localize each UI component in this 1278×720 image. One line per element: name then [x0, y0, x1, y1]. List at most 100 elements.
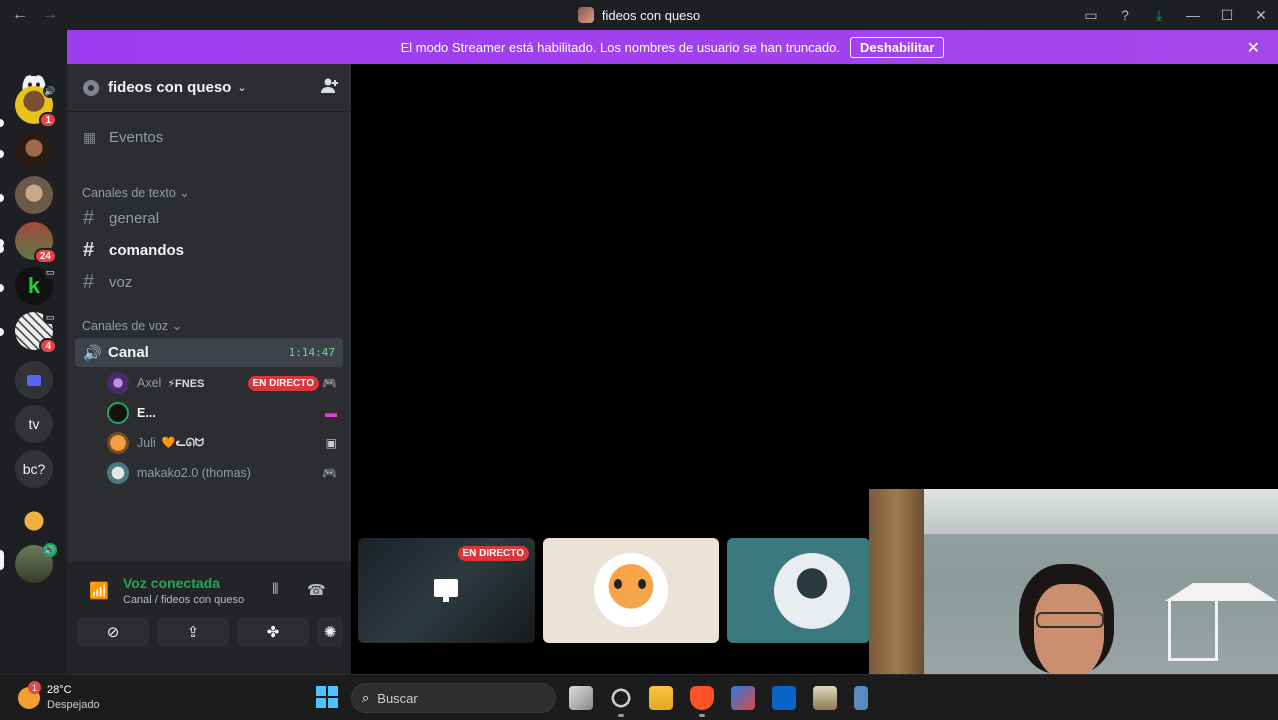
- close-window-button[interactable]: ✕: [1244, 7, 1278, 24]
- events-item[interactable]: ▦ Eventos: [75, 122, 343, 152]
- server-tv[interactable]: tv: [15, 405, 53, 443]
- title-bar: ← → fideos con queso ▭ ? ⤓ — ☐ ✕: [0, 0, 1278, 30]
- hash-icon: #: [83, 270, 95, 293]
- chevron-down-icon: ⌄: [171, 319, 183, 333]
- chrome-icon[interactable]: [609, 686, 633, 710]
- store-icon[interactable]: [731, 686, 755, 710]
- avatar: [774, 553, 850, 629]
- streamer-mode-banner: El modo Streamer está habilitado. Los no…: [67, 30, 1278, 64]
- unread-pill: [0, 284, 4, 292]
- voice-timer: 1:14:47: [288, 346, 335, 359]
- avatar: [107, 462, 129, 484]
- avatar: [107, 402, 129, 424]
- voice-user-tag: 🧡ᓚᘏᗢ: [161, 437, 204, 449]
- taskbar: 1 28°C Despejado ⌕ Buscar: [0, 674, 1278, 720]
- soundboard-button[interactable]: ✺: [317, 617, 343, 647]
- unread-pill: [0, 150, 4, 158]
- participant-tile[interactable]: [543, 538, 719, 643]
- server-name: fideos con queso: [108, 79, 232, 96]
- start-button[interactable]: [316, 686, 338, 708]
- server-icon-5[interactable]: k ▭: [15, 265, 57, 305]
- channel-voz[interactable]: # voz: [75, 267, 343, 297]
- voice-user[interactable]: Juli 🧡ᓚᘏᗢ ▣: [107, 430, 343, 456]
- monitor-icon: [434, 579, 458, 602]
- voice-user-name: E...: [137, 406, 156, 420]
- activities-button[interactable]: ✤: [237, 617, 309, 647]
- voice-user[interactable]: Axel ⚡FNES EN DIRECTO 🎮: [107, 370, 343, 396]
- notification-badge: 1: [28, 681, 41, 694]
- disable-streamer-button[interactable]: Deshabilitar: [849, 36, 945, 58]
- server-icon-6[interactable]: ▭ 4: [15, 310, 57, 354]
- share-screen-button[interactable]: ⇪: [157, 617, 229, 647]
- activities-icon: ✤: [266, 624, 280, 641]
- signal-icon[interactable]: 📶: [89, 581, 109, 601]
- unread-pill: [0, 328, 4, 336]
- live-badge: EN DIRECTO: [457, 546, 529, 561]
- screen-share-icon: ⇪: [186, 624, 200, 641]
- banner-close-icon[interactable]: ✕: [1247, 38, 1260, 58]
- screen-share-icon: ▭: [43, 310, 57, 324]
- brave-browser-icon[interactable]: [690, 686, 714, 710]
- screen-share-icon: ▭: [43, 265, 57, 279]
- server-icon-1[interactable]: 🔊 1: [15, 84, 57, 128]
- activity-icon: ▬: [325, 406, 337, 420]
- calendar-icon: ▦: [83, 128, 97, 145]
- server-icon-2[interactable]: [15, 131, 53, 169]
- channel-label: voz: [109, 273, 133, 291]
- mention-badge: 24: [33, 248, 57, 264]
- activity-icon: 🎮: [322, 376, 337, 390]
- camera-off-icon: ⊘: [106, 624, 120, 641]
- server-settings-icon: [83, 79, 99, 96]
- voice-user-name: makako2.0 (thomas): [137, 466, 251, 480]
- server-icon-11[interactable]: 🔊: [15, 543, 57, 583]
- inbox-icon[interactable]: ▭: [1074, 7, 1108, 24]
- app-icon[interactable]: [813, 686, 837, 710]
- voice-user[interactable]: E... ▬: [107, 400, 343, 426]
- app-icon[interactable]: [854, 686, 868, 710]
- file-explorer-icon[interactable]: [649, 686, 673, 710]
- voice-channel-canal[interactable]: 🔊 Canal 1:14:47: [75, 338, 343, 367]
- text-category[interactable]: Canales de texto ⌄: [82, 185, 190, 200]
- stream-tile[interactable]: EN DIRECTO: [358, 538, 535, 643]
- forward-arrow-icon[interactable]: →: [42, 6, 58, 24]
- channel-comandos[interactable]: # comandos: [75, 235, 343, 265]
- server-header[interactable]: fideos con queso ⌄: [67, 64, 351, 112]
- task-view-icon[interactable]: [569, 686, 593, 710]
- server-icon-10[interactable]: [15, 502, 53, 540]
- running-indicator: [699, 714, 705, 717]
- camera-off-button[interactable]: ⊘: [77, 617, 149, 647]
- speaker-icon: 🔊: [43, 84, 57, 98]
- minimize-button[interactable]: —: [1176, 7, 1210, 23]
- folder-icon: [27, 374, 41, 386]
- voice-status: Voz conectada: [123, 575, 220, 591]
- invite-people-icon[interactable]: [321, 78, 339, 99]
- noise-suppression-icon[interactable]: ⦀: [272, 581, 279, 598]
- server-avatar: [15, 131, 53, 169]
- maximize-button[interactable]: ☐: [1210, 7, 1244, 24]
- banner-text: El modo Streamer está habilitado. Los no…: [400, 39, 840, 55]
- mention-badge: 1: [39, 112, 57, 128]
- voice-location[interactable]: Canal / fideos con queso: [123, 594, 244, 606]
- download-icon[interactable]: ⤓: [1142, 7, 1176, 24]
- server-bc[interactable]: bc?: [15, 450, 53, 488]
- server-folder[interactable]: [15, 361, 53, 399]
- outlook-icon[interactable]: [772, 686, 796, 710]
- server-icon-3[interactable]: [15, 176, 53, 214]
- voice-user-name: Axel: [137, 376, 162, 390]
- hash-icon: #: [83, 238, 95, 261]
- help-icon[interactable]: ?: [1108, 7, 1142, 23]
- voice-user[interactable]: makako2.0 (thomas) 🎮: [107, 460, 343, 486]
- avatar: [107, 372, 129, 394]
- voice-category-label: Canales de voz: [82, 319, 169, 333]
- voice-connected-panel: 📶 Voz conectada Canal / fideos con queso…: [67, 562, 351, 674]
- voice-user-name: Juli: [137, 436, 156, 450]
- disconnect-icon[interactable]: ☎: [307, 581, 326, 599]
- voice-category[interactable]: Canales de voz ⌄: [82, 318, 182, 333]
- server-icon-4[interactable]: 24: [15, 222, 57, 264]
- back-arrow-icon[interactable]: ←: [12, 6, 28, 24]
- hash-icon: #: [83, 206, 95, 229]
- channel-general[interactable]: # general: [75, 203, 343, 233]
- participant-tile[interactable]: [727, 538, 870, 643]
- avatar: [107, 432, 129, 454]
- taskbar-search[interactable]: ⌕ Buscar: [351, 683, 556, 713]
